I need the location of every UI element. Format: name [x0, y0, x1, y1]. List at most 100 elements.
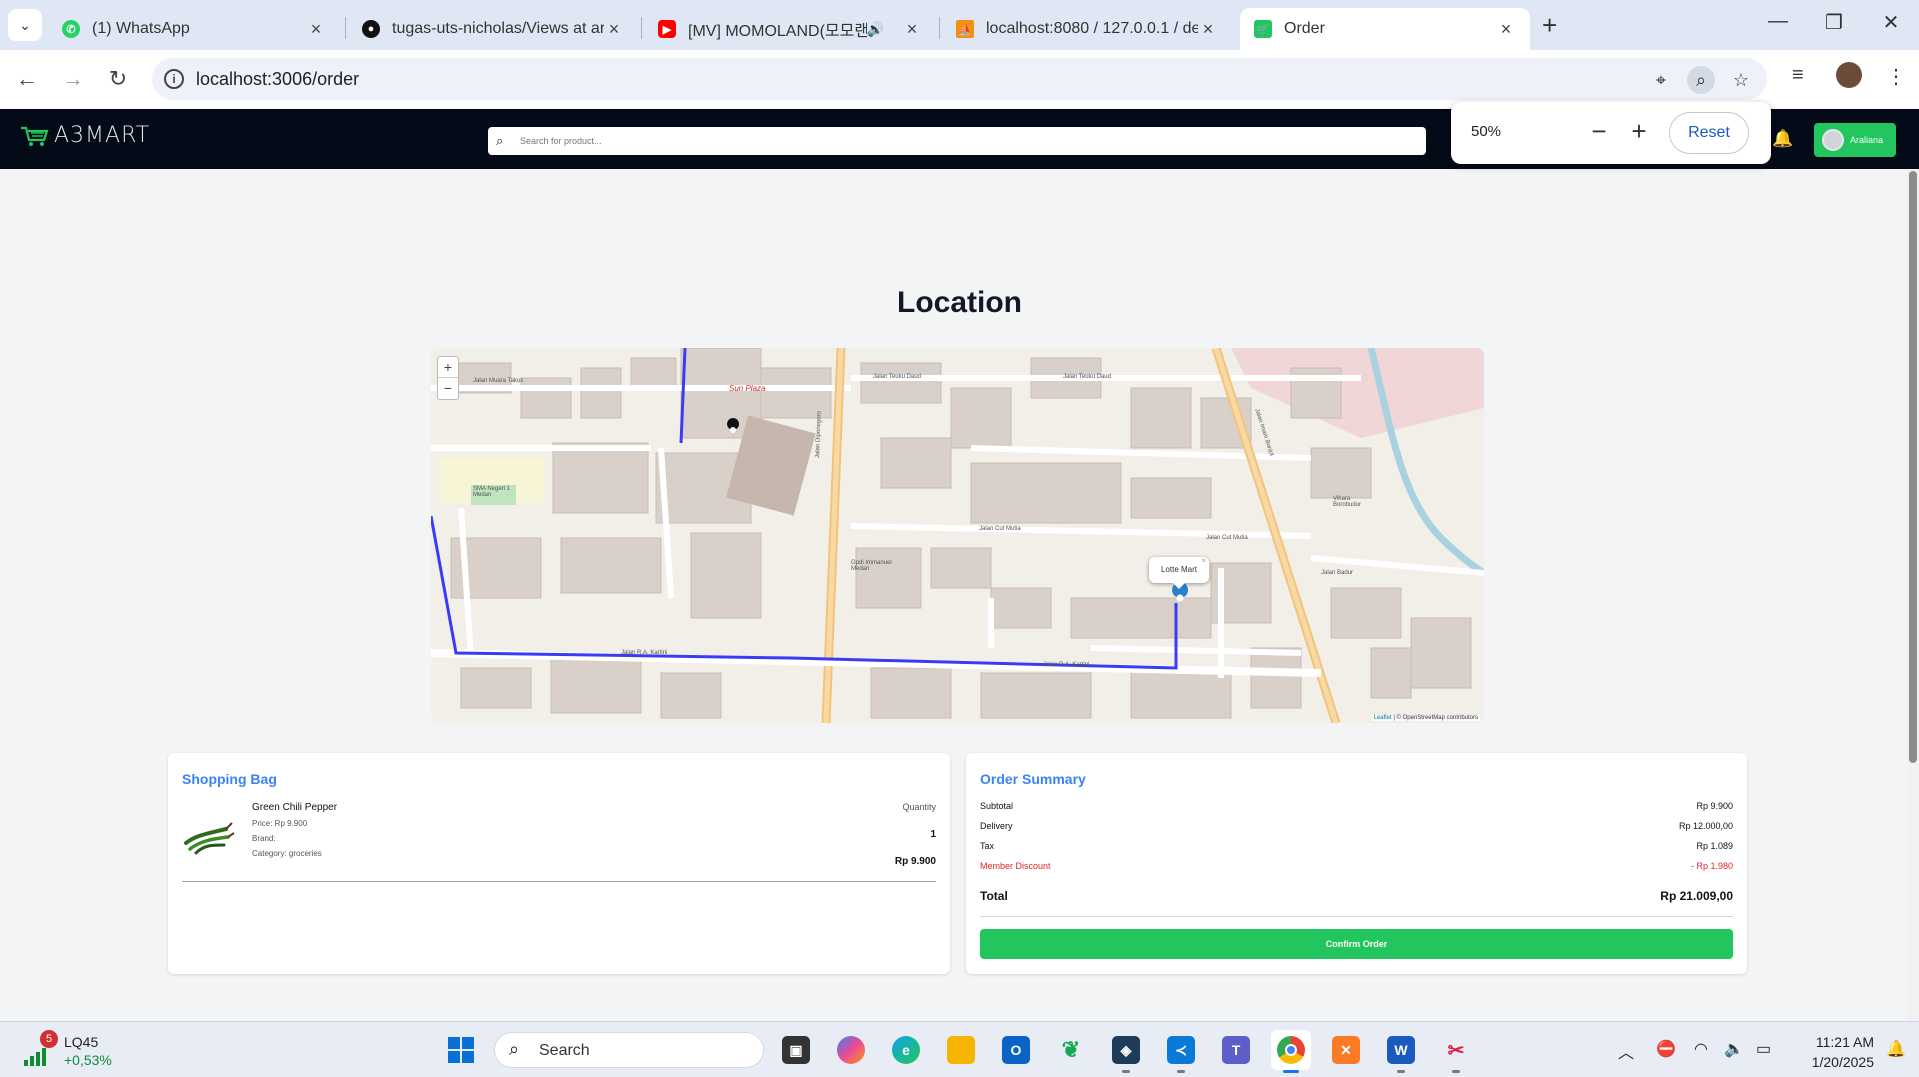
taskbar-app-blue[interactable]: ◈: [1106, 1030, 1146, 1073]
battery-icon[interactable]: ▭: [1756, 1039, 1771, 1059]
forward-button[interactable]: →: [58, 64, 88, 94]
map-street-label: Jalan R.A. Kartini: [1043, 662, 1090, 668]
close-window-button[interactable]: ✕: [1876, 10, 1906, 35]
task-view-icon: ▣: [782, 1036, 810, 1064]
reload-button[interactable]: ↻: [103, 64, 133, 94]
total-value: Rp 21.009,00: [1660, 889, 1733, 903]
restore-window-button[interactable]: ❐: [1819, 10, 1849, 35]
taskbar-copilot[interactable]: [831, 1030, 871, 1070]
summary-label: Member Discount: [980, 861, 1051, 871]
map-street-label: Jalan Muara Takus: [473, 378, 524, 384]
taskbar-xampp[interactable]: ✕: [1326, 1030, 1366, 1070]
running-indicator: [1177, 1070, 1185, 1073]
show-hidden-icons-chevron[interactable]: ︿: [1618, 1039, 1634, 1063]
taskbar-task-view[interactable]: ▣: [776, 1030, 816, 1070]
quantity-value: 1: [930, 829, 936, 840]
taskbar-teams[interactable]: T: [1216, 1030, 1256, 1070]
windows-taskbar: 5 LQ45 +0,53% ⌕ Search ▣ e O ❦ ◈ ≺ T ✕ W…: [0, 1021, 1919, 1077]
teams-icon: T: [1222, 1036, 1250, 1064]
close-icon[interactable]: ×: [1496, 19, 1516, 40]
map-zoom-in-button[interactable]: +: [438, 357, 458, 378]
youtube-icon: ▶: [658, 20, 676, 38]
osm-attribution[interactable]: | © OpenStreetMap contributors: [1393, 715, 1478, 721]
quantity-label: Quantity: [902, 802, 936, 812]
taskbar-chrome[interactable]: [1271, 1030, 1311, 1073]
volume-icon[interactable]: 🔈: [1724, 1039, 1744, 1059]
browser-toolbar: ← → ↻ i localhost:3006/order ⌖ ⌕ ☆ ≡ ⋮: [0, 50, 1919, 108]
tab-whatsapp[interactable]: ✆ (1) WhatsApp ×: [48, 8, 340, 50]
tab-order[interactable]: 🛒 Order ×: [1240, 8, 1530, 50]
bookmark-star-icon[interactable]: ☆: [1727, 66, 1755, 94]
wifi-icon[interactable]: ◠: [1694, 1039, 1708, 1059]
page-title: Location: [897, 286, 1022, 319]
tab-github[interactable]: ● tugas-uts-nicholas/Views at ara ×: [348, 8, 638, 50]
taskbar-snipping-tool[interactable]: ✂: [1436, 1030, 1476, 1073]
product-search-bar[interactable]: ⌕: [488, 127, 1426, 155]
address-bar[interactable]: i localhost:3006/order ⌖ ⌕ ☆: [152, 58, 1767, 100]
product-brand: Brand:: [252, 834, 276, 843]
taskbar-vscode[interactable]: ≺: [1161, 1030, 1201, 1073]
windows-logo-icon: [448, 1037, 474, 1063]
taskbar-word[interactable]: W: [1381, 1030, 1421, 1073]
phpmyadmin-icon: ⛵: [956, 20, 974, 38]
scrollbar-thumb[interactable]: [1909, 171, 1917, 763]
product-price: Price: Rp 9.900: [252, 819, 308, 828]
taskbar-edge[interactable]: e: [886, 1030, 926, 1070]
confirm-order-button[interactable]: Confirm Order: [980, 929, 1733, 959]
profile-avatar[interactable]: [1836, 62, 1862, 88]
back-button[interactable]: ←: [12, 64, 42, 94]
map-place-label: Sun Plaza: [729, 384, 766, 393]
divider: [980, 916, 1733, 917]
tab-phpmyadmin[interactable]: ⛵ localhost:8080 / 127.0.0.1 / dev ×: [942, 8, 1232, 50]
taskbar-outlook[interactable]: O: [996, 1030, 1036, 1070]
minimize-window-button[interactable]: —: [1763, 10, 1793, 33]
taskbar-file-explorer[interactable]: [941, 1030, 981, 1070]
map-popup[interactable]: Lotte Mart ×: [1149, 556, 1209, 589]
user-menu-button[interactable]: Araliana: [1814, 123, 1896, 157]
summary-row-member-discount: Member Discount - Rp 1.980: [980, 861, 1733, 871]
product-search-input[interactable]: [520, 131, 1400, 151]
map-attribution: Leaflet | © OpenStreetMap contributors: [1371, 715, 1480, 721]
close-icon[interactable]: ×: [604, 19, 624, 40]
menu-kebab-icon[interactable]: ⋮: [1886, 64, 1906, 89]
brand-logo[interactable]: A3MART: [20, 123, 150, 148]
xampp-icon: ✕: [1332, 1036, 1360, 1064]
chrome-icon: [1277, 1036, 1305, 1064]
close-icon[interactable]: ×: [902, 19, 922, 40]
close-icon[interactable]: ×: [1198, 19, 1218, 40]
location-pin-icon[interactable]: ⌖: [1647, 66, 1675, 94]
shopping-bag-title: Shopping Bag: [182, 771, 277, 787]
system-clock[interactable]: 11:21 AM 1/20/2025: [1800, 1032, 1874, 1072]
leaflet-link[interactable]: Leaflet: [1374, 715, 1392, 721]
notification-bell-icon[interactable]: 🔔: [1772, 129, 1793, 149]
product-thumbnail: [184, 822, 235, 855]
site-info-icon[interactable]: i: [164, 69, 184, 89]
a3mart-cart-icon: 🛒: [1254, 20, 1272, 38]
zoom-out-button[interactable]: −: [1585, 116, 1613, 146]
new-tab-button[interactable]: +: [1542, 12, 1557, 38]
media-control-icon[interactable]: ≡: [1792, 64, 1804, 87]
notification-center-icon[interactable]: 🔔: [1886, 1039, 1906, 1059]
map-popup-close-button[interactable]: ×: [1201, 548, 1206, 574]
folder-icon: [947, 1036, 975, 1064]
brand-name: A3MART: [54, 123, 151, 148]
close-icon[interactable]: ×: [306, 19, 326, 40]
zoom-in-button[interactable]: +: [1625, 116, 1653, 146]
zoom-reset-button[interactable]: Reset: [1669, 112, 1749, 154]
location-map[interactable]: + − Jalan Muara Takus Sun Plaza Jalan Te…: [431, 348, 1484, 723]
map-zoom-out-button[interactable]: −: [438, 378, 458, 399]
tab-youtube[interactable]: ▶ [MV] MOMOLAND(모모랜드 🔊 ×: [644, 8, 936, 50]
map-street-label: Jalan Cut Mutia: [1206, 535, 1248, 541]
url-text[interactable]: localhost:3006/order: [196, 69, 359, 90]
tab-title: tugas-uts-nicholas/Views at ara: [392, 20, 604, 37]
taskbar-mongodb[interactable]: ❦: [1051, 1030, 1091, 1070]
start-button[interactable]: [441, 1030, 481, 1070]
search-icon: ⌕: [496, 133, 504, 148]
security-alert-icon[interactable]: ⛔: [1656, 1039, 1676, 1059]
tab-title: [MV] MOMOLAND(모모랜드: [688, 23, 867, 40]
speaker-icon[interactable]: 🔊: [867, 21, 884, 38]
tab-search-button[interactable]: ⌄: [8, 9, 42, 41]
zoom-icon[interactable]: ⌕: [1687, 66, 1715, 94]
copilot-icon: [837, 1036, 865, 1064]
taskbar-search[interactable]: ⌕ Search: [494, 1032, 764, 1068]
